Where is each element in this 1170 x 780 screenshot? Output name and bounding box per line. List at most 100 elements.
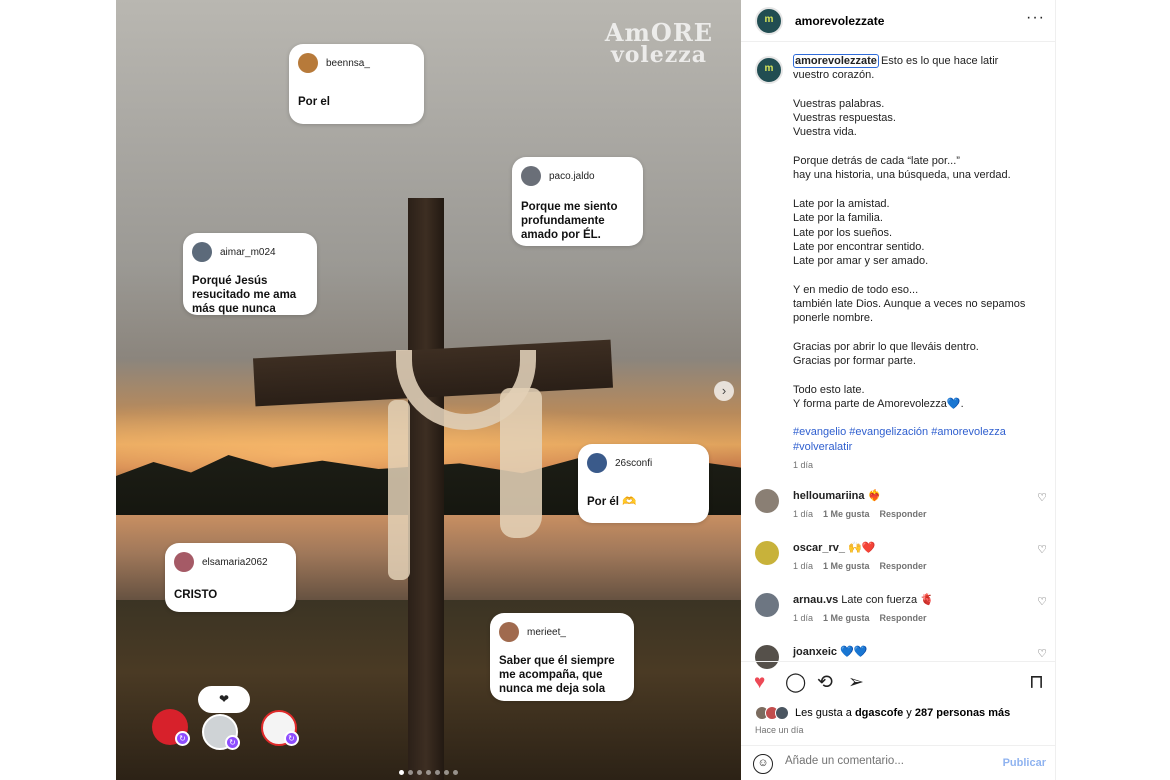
card-text: amado por ÉL. [521,229,601,241]
card-username: beennsa_ [326,57,370,69]
comment-text: helloumariina ❤️‍🔥 [793,489,881,502]
caption-line: Vuestra vida. [793,126,857,139]
comment-row: oscar_rv_ 🙌❤️ 1 día 1 Me gusta Responder ♡ [755,541,1051,585]
commenter-avatar[interactable] [755,541,779,565]
caption-avatar[interactable]: m [755,56,783,84]
caption-line [793,140,1043,154]
commenter-username[interactable]: helloumariina [793,490,865,502]
card-username: merieet_ [527,626,566,638]
card-avatar [587,453,607,473]
card-avatar [192,242,212,262]
carousel-dot[interactable] [426,770,431,775]
cloth-left [388,400,410,580]
comment-text: oscar_rv_ 🙌❤️ [793,541,875,554]
carousel-dot[interactable] [435,770,440,775]
card-text: CRISTO [174,589,218,601]
brand-logo-line2: volezza [610,42,708,68]
repost-icon[interactable]: ⟲ [817,672,833,694]
cross-vertical-beam [408,198,444,780]
hashtag-line[interactable]: #evangelio #evangelización #amorevolezza [793,425,1043,439]
hashtags[interactable]: #evangelio #evangelización #amorevolezza… [793,425,1043,454]
comment-likes[interactable]: 1 Me gusta [823,509,870,519]
share-icon[interactable]: ➢ [848,672,864,694]
like-heart-icon[interactable]: ♥ [754,672,765,694]
comment-meta: 1 día 1 Me gusta Responder [793,509,937,519]
likes-text[interactable]: Les gusta a dgascofe y 287 personas más [795,707,1010,719]
caption-line: Late por la amistad. [793,197,890,210]
caption-line: Vuestras respuestas. [793,112,896,125]
caption-line [793,183,1043,197]
carousel-dot[interactable] [408,770,413,775]
commenter-avatar[interactable] [755,593,779,617]
reply-button[interactable]: Responder [880,561,927,571]
collab-badge-icon: ↻ [284,731,299,746]
next-slide-button[interactable]: › [714,381,734,401]
card-text: Por él 🫶 [587,496,637,508]
post-date: Hace un día [755,725,804,735]
emoji-icon[interactable]: ☺ [753,754,773,774]
card-text: Porque me siento [521,201,618,213]
reply-button[interactable]: Responder [880,509,927,519]
comment-meta: 1 día 1 Me gusta Responder [793,561,937,571]
reply-button[interactable]: Responder [880,613,927,623]
caption-line: Gracias por formar parte. [793,355,916,368]
caption-line: vuestro corazón. [793,69,875,82]
action-bar: ♥ ◯ ⟲ ➢ ⊓ Les gusta a dgascofe y 287 per… [741,661,1056,745]
comment-like-heart-icon[interactable]: ♡ [1037,543,1047,556]
commenter-username[interactable]: oscar_rv_ [793,542,845,554]
comment-body: 💙💙 [840,646,868,658]
carousel-dots [399,770,458,775]
caption-line [793,369,1043,383]
header-username[interactable]: amorevolezzate [795,14,884,28]
response-card: 26sconfi Por él 🫶 [578,444,709,523]
caption-line: Late por encontrar sentido. [793,240,925,253]
hashtag-line[interactable]: #volveralatir [793,440,1043,454]
caption-line: Late por la familia. [793,212,883,225]
liker-avatar [775,706,789,720]
carousel-dot[interactable] [399,770,404,775]
comment-likes[interactable]: 1 Me gusta [823,613,870,623]
comment-like-heart-icon[interactable]: ♡ [1037,491,1047,504]
card-username: aimar_m024 [220,246,276,258]
post-media[interactable]: AmORE volezza beennsa_ Por el paco.jaldo… [116,0,741,780]
carousel-dot[interactable] [417,770,422,775]
card-text: resucitado me ama [192,289,297,301]
caption-text: amorevolezzate Esto es lo que hace latir v… [793,54,1043,472]
caption-line [793,83,1043,97]
carousel-dot[interactable] [453,770,458,775]
comment-likes[interactable]: 1 Me gusta [823,561,870,571]
caption-line: también late Dios. Aunque a veces no sep… [793,298,1026,311]
caption-line: Esto es lo que hace latir [880,55,999,67]
comment-like-heart-icon[interactable]: ♡ [1037,595,1047,608]
card-text: profundamente [521,215,605,227]
card-username: elsamaria2062 [202,556,268,568]
commenter-avatar[interactable] [755,489,779,513]
account-avatar[interactable]: m [755,6,783,35]
save-bookmark-icon[interactable]: ⊓ [1029,672,1044,694]
caption-line: Gracias por abrir lo que lleváis dentro. [793,340,979,353]
comment-input[interactable] [785,755,985,767]
card-text: Por el [298,96,330,108]
comment-text: arnau.vs Late con fuerza 🫀 [793,593,934,606]
comment-icon[interactable]: ◯ [785,672,806,694]
response-card: aimar_m024 Porqué Jesús resucitado me am… [183,233,317,315]
card-text: me acompaña, que [499,669,603,681]
card-avatar [174,552,194,572]
carousel-dot[interactable] [444,770,449,775]
post-side-panel: m amorevolezzate ··· m amorevolezzate Est… [741,0,1056,780]
caption-username[interactable]: amorevolezzate [793,54,879,68]
response-card: merieet_ Saber que él siempre me acompañ… [490,613,634,701]
caption-line: Late por los sueños. [793,226,893,239]
commenter-username[interactable]: arnau.vs [793,594,838,606]
comment-body: 🙌❤️ [848,542,876,554]
more-options-icon[interactable]: ··· [1026,9,1045,27]
comment-like-heart-icon[interactable]: ♡ [1037,647,1047,660]
comment-time: 1 día [793,613,814,623]
commenter-username[interactable]: joanxeic [793,646,837,658]
reaction-bubble: ❤ [198,686,250,713]
card-username: paco.jaldo [549,170,595,182]
comment-body: ❤️‍🔥 [867,490,882,502]
likes-summary: Les gusta a dgascofe y 287 personas más [755,706,1010,720]
publish-button[interactable]: Publicar [1003,757,1046,769]
